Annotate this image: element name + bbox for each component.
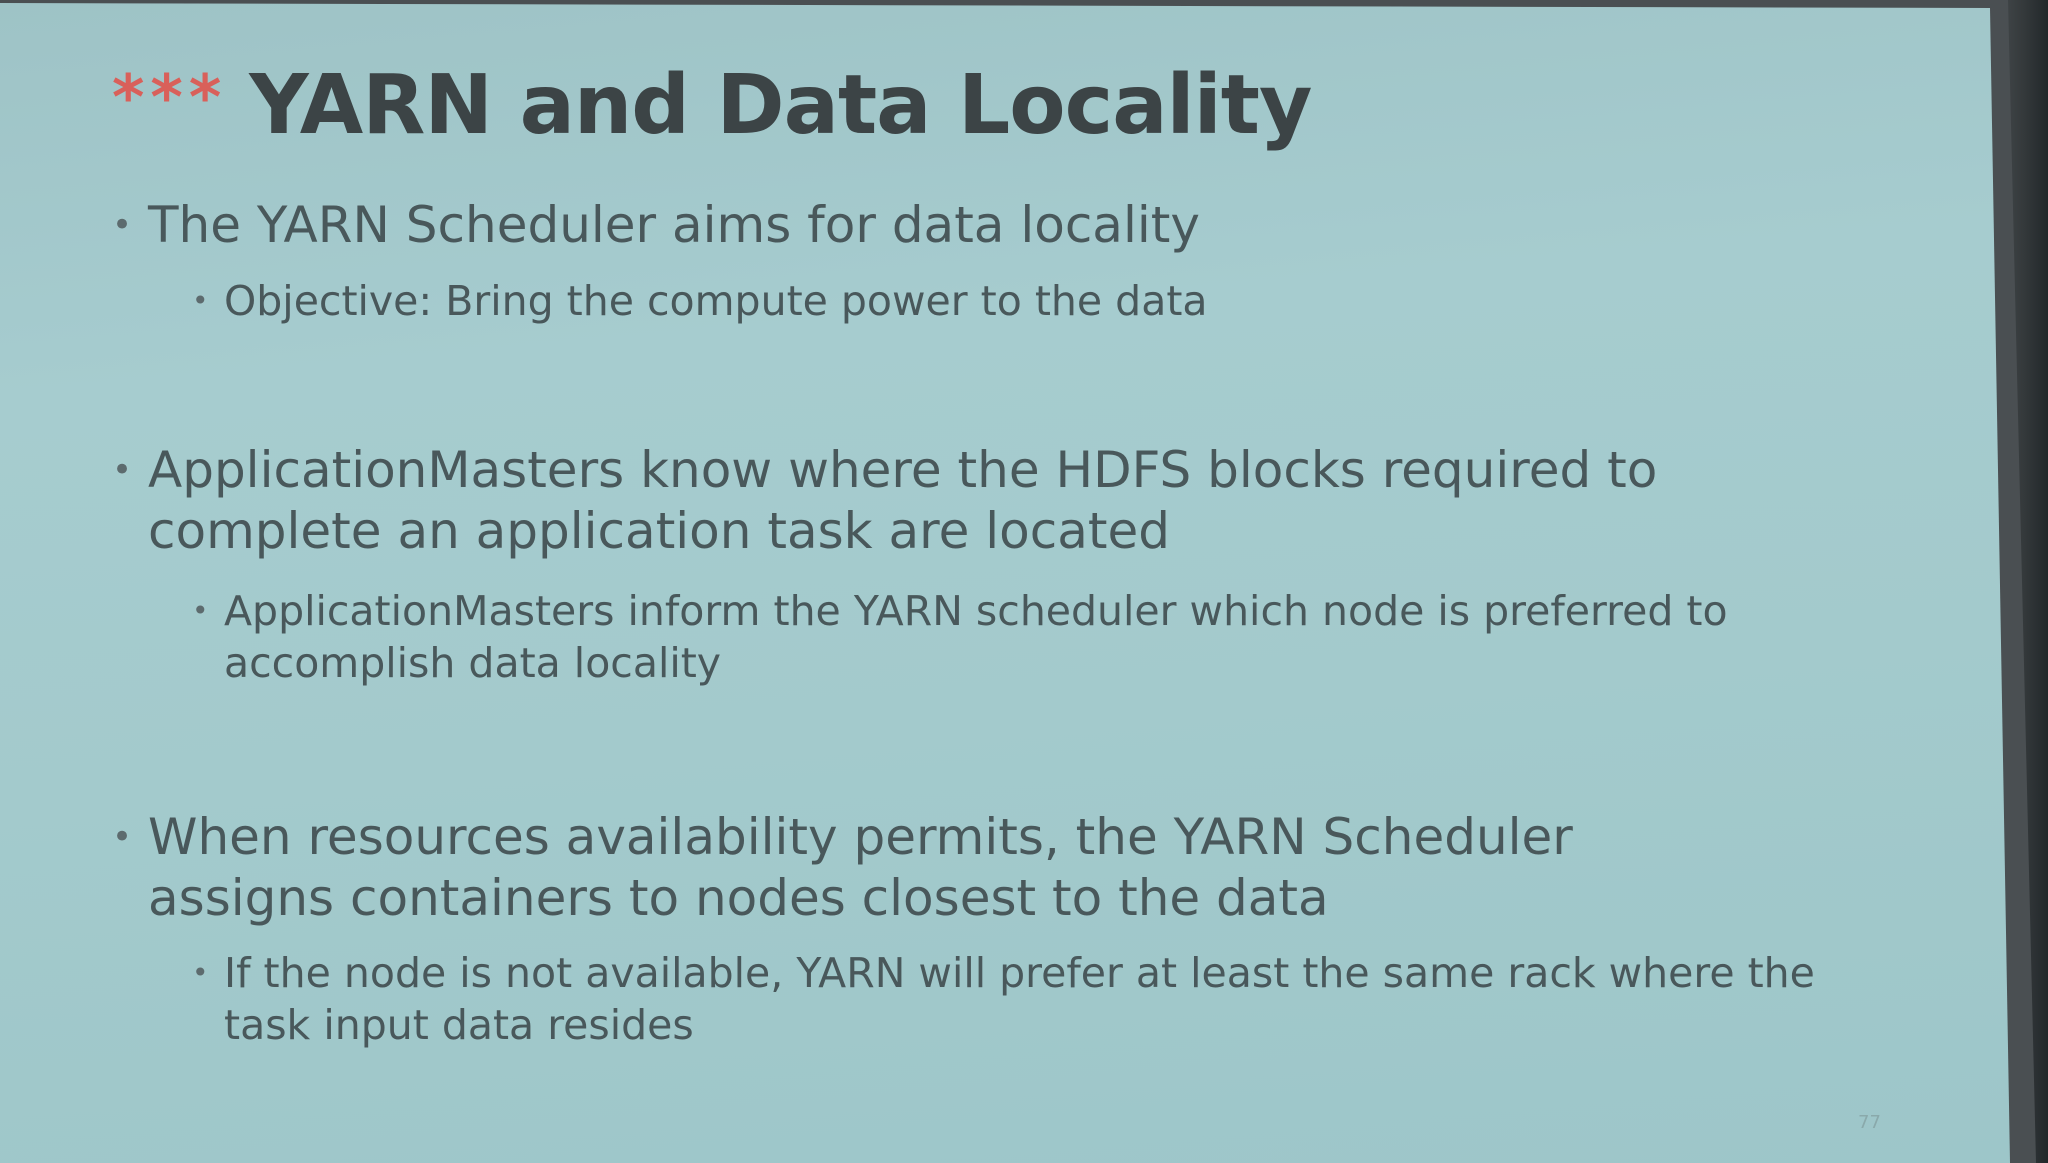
bullet-item: • The YARN Scheduler aims for data local…: [112, 195, 1768, 256]
bullet-item: • ApplicationMasters know where the HDFS…: [112, 440, 1768, 562]
sub-bullet-dot-icon: •: [192, 284, 209, 317]
sub-bullet-dot-icon: •: [192, 956, 209, 989]
sub-bullet-item: • Objective: Bring the compute power to …: [192, 275, 1864, 327]
bullet-dot-icon: •: [112, 817, 133, 857]
sub-bullet-text: ApplicationMasters inform the YARN sched…: [224, 587, 1728, 687]
sub-bullet-item: • ApplicationMasters inform the YARN sch…: [192, 585, 1864, 689]
slide: *** YARN and Data Locality • The YARN Sch…: [0, 3, 2010, 1163]
sub-bullet-item: • If the node is not available, YARN wil…: [192, 947, 1864, 1051]
sub-bullet-dot-icon: •: [192, 594, 209, 627]
title-marker: ***: [112, 61, 228, 134]
photo-frame: *** YARN and Data Locality • The YARN Sch…: [0, 0, 2048, 1163]
sub-bullet-text: Objective: Bring the compute power to th…: [224, 277, 1208, 325]
title-text: YARN and Data Locality: [249, 58, 1312, 153]
bullet-text: The YARN Scheduler aims for data localit…: [148, 196, 1200, 254]
bullet-dot-icon: •: [112, 450, 133, 490]
sub-bullet-text: If the node is not available, YARN will …: [224, 949, 1815, 1049]
page-number: 77: [1858, 1112, 1881, 1133]
bullet-item: • When resources availability permits, t…: [112, 807, 1768, 929]
slide-title: *** YARN and Data Locality: [112, 58, 1312, 153]
bullet-dot-icon: •: [112, 205, 133, 245]
bullet-text: ApplicationMasters know where the HDFS b…: [148, 441, 1658, 560]
bullet-text: When resources availability permits, the…: [148, 808, 1573, 927]
